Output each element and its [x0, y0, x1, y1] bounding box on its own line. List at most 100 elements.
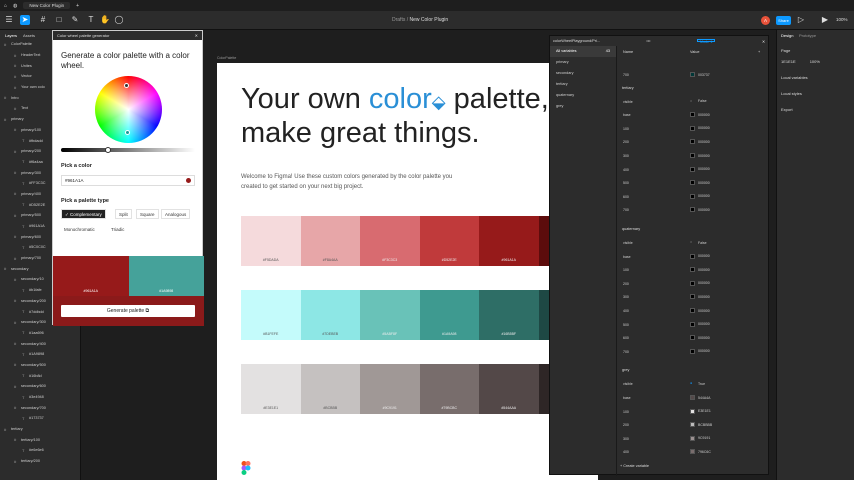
variable-row[interactable]: 300 9C9191 — [618, 433, 768, 447]
page-color-value[interactable]: 1E1E1E — [781, 59, 796, 64]
variable-value[interactable]: 000000 — [690, 308, 710, 313]
type-square[interactable]: Square — [136, 209, 159, 219]
variable-row[interactable]: 200 BCBBBB — [618, 419, 768, 433]
variable-value[interactable]: ○ False — [690, 99, 707, 104]
breadcrumb-file[interactable]: New Color Plugin — [410, 17, 449, 23]
layer-item[interactable]: # secondary/600 — [0, 381, 80, 392]
shape-tool-icon[interactable]: □ — [54, 15, 64, 25]
play-icon[interactable]: ▶ — [820, 15, 830, 25]
collection-item[interactable]: primary — [550, 57, 616, 68]
variable-value[interactable]: 000000 — [690, 180, 710, 186]
type-analogous[interactable]: Analogous — [161, 209, 191, 219]
variable-row[interactable]: 700 000000 — [618, 204, 768, 218]
variable-value[interactable]: 000000 — [690, 112, 710, 118]
variable-row[interactable]: 500 000000 — [618, 177, 768, 191]
brightness-slider[interactable] — [61, 147, 195, 153]
add-column-icon[interactable]: + — [758, 50, 760, 54]
variable-row[interactable]: 700 000000 — [618, 346, 768, 360]
variable-row[interactable]: 200 000000 — [618, 278, 768, 292]
tab-prototype[interactable]: Prototype — [799, 33, 816, 38]
local-styles-label[interactable]: Local styles — [781, 91, 802, 96]
hand-tool-icon[interactable]: ✋ — [100, 15, 110, 25]
variable-row[interactable]: 100 000000 — [618, 123, 768, 137]
close-icon[interactable]: ✕ — [762, 39, 765, 44]
variable-value[interactable]: 000000 — [690, 321, 710, 327]
page-color-row[interactable]: 1E1E1E 100% — [781, 59, 820, 64]
tab-assets[interactable]: Assets — [23, 33, 35, 38]
variable-row[interactable]: base 000000 — [618, 109, 768, 123]
variable-value[interactable]: 000000 — [690, 139, 710, 145]
primary-swatch[interactable]: #F8A4AA — [300, 216, 360, 266]
frame-tool-icon[interactable]: # — [38, 15, 48, 25]
tertiary-swatch[interactable]: #BCBBB — [300, 364, 360, 414]
frame-label[interactable]: ColorPalette — [217, 56, 236, 60]
create-variable-button[interactable]: + Create variable — [620, 464, 649, 468]
primary-swatch[interactable]: #F5DADA — [241, 216, 301, 266]
present-icon[interactable]: ▷ — [796, 15, 806, 25]
tertiary-swatch[interactable]: #9C9191 — [360, 364, 420, 414]
primary-swatch[interactable]: #D52E2E — [419, 216, 479, 266]
close-icon[interactable]: ✕ — [195, 33, 198, 38]
variable-value[interactable]: 000000 — [690, 166, 710, 172]
layer-item[interactable]: # tertiary/200 — [0, 456, 80, 467]
variable-value[interactable]: 796C6C — [690, 449, 711, 455]
variable-row[interactable]: visible ○ False — [618, 237, 768, 251]
layer-item[interactable]: T #1A9898 — [0, 349, 80, 360]
secondary-swatch[interactable]: #7DEBEB — [300, 290, 360, 340]
variable-value[interactable]: 544A4A — [690, 395, 710, 400]
type-split[interactable]: Split — [115, 209, 132, 219]
variable-row[interactable]: 600 000000 — [618, 191, 768, 205]
variable-value[interactable]: 000000 — [690, 125, 710, 131]
hex-input[interactable]: #961A1A — [61, 175, 195, 186]
generate-palette-button[interactable]: Generate palette ⧉ — [61, 305, 195, 317]
type-monochromatic[interactable]: Monochromatic — [61, 225, 98, 235]
variable-row[interactable]: 300 000000 — [618, 291, 768, 305]
comment-tool-icon[interactable]: ◯ — [114, 15, 124, 25]
layer-item[interactable]: T #16b8d — [0, 370, 80, 381]
variable-value[interactable]: 000000 — [690, 280, 710, 286]
secondary-swatch[interactable]: #5ABF8F — [360, 290, 420, 340]
variable-value[interactable]: BCBBBB — [690, 422, 712, 428]
zoom-level[interactable]: 100% — [836, 17, 848, 22]
variable-value[interactable]: E3E1E1 — [690, 408, 711, 414]
variable-row[interactable]: 400 000000 — [618, 305, 768, 319]
secondary-swatch[interactable]: #B1FEFE — [241, 290, 301, 340]
text-tool-icon[interactable]: T — [86, 15, 96, 25]
variable-value[interactable]: 003737 — [690, 72, 710, 77]
pen-tool-icon[interactable]: ✎ — [70, 15, 80, 25]
variable-row[interactable]: 400 000000 — [618, 164, 768, 178]
layer-item[interactable]: # tertiary/100 — [0, 434, 80, 445]
breadcrumb-drafts[interactable]: Drafts — [392, 17, 405, 23]
variable-row[interactable]: 200 000000 — [618, 136, 768, 150]
tertiary-swatch[interactable]: #E3E1E1 — [241, 364, 301, 414]
brightness-knob[interactable] — [105, 147, 111, 153]
variable-value[interactable]: 000000 — [690, 253, 710, 259]
variable-row[interactable]: visible ● True — [618, 378, 768, 392]
breadcrumb[interactable]: Drafts / New Color Plugin — [392, 17, 448, 23]
variable-row[interactable]: base 544A4A — [618, 392, 768, 406]
layer-item[interactable]: # secondary/700 — [0, 402, 80, 413]
layer-item[interactable]: # secondary/400 — [0, 338, 80, 349]
secondary-swatch[interactable]: #1A9A98 — [419, 290, 479, 340]
tab-design[interactable]: Design — [781, 33, 793, 38]
file-tab[interactable]: New Color Plugin — [23, 2, 71, 9]
secondary-swatch[interactable]: #16B5BF — [479, 290, 539, 340]
layer-item[interactable]: # tertiary — [0, 424, 80, 435]
type-triadic[interactable]: Triadic — [108, 225, 127, 235]
collection-item[interactable]: tertiary — [550, 79, 616, 90]
tertiary-swatch[interactable]: #79BCBC — [419, 364, 479, 414]
variable-row[interactable]: 400 796C6C — [618, 446, 768, 460]
wheel-handle-secondary[interactable] — [125, 130, 130, 135]
collection-item[interactable]: grey — [550, 101, 616, 112]
share-button[interactable]: Share — [776, 16, 791, 25]
color-wheel[interactable] — [95, 76, 162, 143]
layer-item[interactable]: T #173737 — [0, 413, 80, 424]
layer-item[interactable]: T #1aa696 — [0, 328, 80, 339]
globe-icon[interactable]: ◍ — [13, 3, 17, 9]
variable-value[interactable]: ● True — [690, 381, 705, 386]
variable-value[interactable]: 000000 — [690, 207, 710, 213]
more-icon[interactable]: ••• — [646, 39, 650, 43]
tertiary-swatch[interactable]: #544AAA — [479, 364, 539, 414]
new-tab-icon[interactable]: + — [76, 3, 79, 9]
avatar[interactable]: A — [761, 16, 770, 25]
